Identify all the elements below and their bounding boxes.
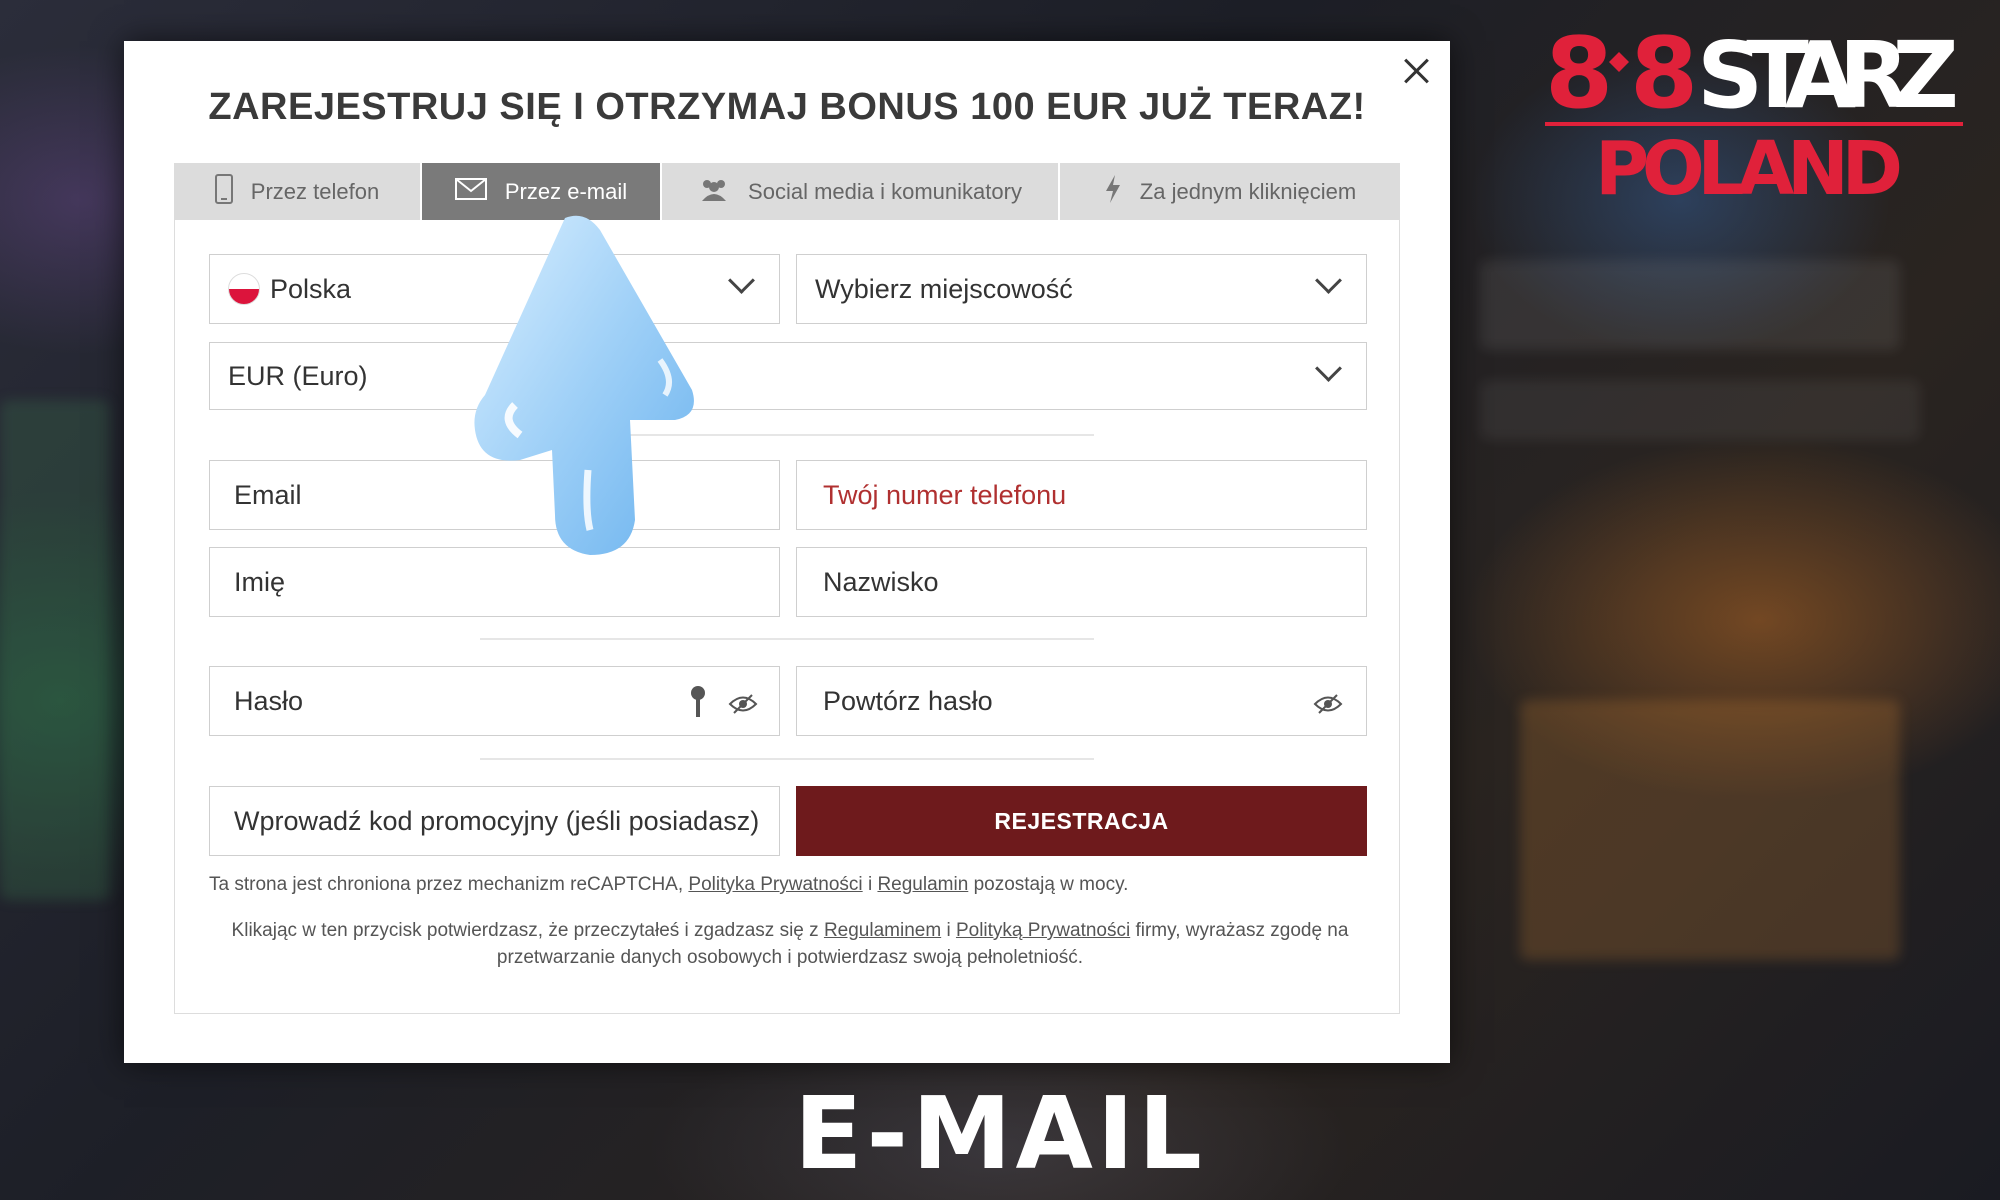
logo-region: POLAND bbox=[1595, 126, 1903, 202]
tab-social-label: Social media i komunikatory bbox=[748, 178, 1022, 204]
logo-digit-right: 8 bbox=[1630, 22, 1698, 131]
logo-digit-left: 8 bbox=[1545, 22, 1613, 131]
page-caption: E-MAIL bbox=[794, 1075, 1206, 1192]
divider bbox=[480, 758, 1094, 760]
last-name-placeholder: Nazwisko bbox=[823, 566, 939, 597]
country-value: Polska bbox=[270, 273, 352, 304]
background-blur bbox=[1520, 700, 1900, 960]
recaptcha-suffix: pozostają w mocy. bbox=[973, 874, 1129, 895]
divider bbox=[480, 434, 1094, 436]
privacy-policy-link[interactable]: Polityka Prywatności bbox=[688, 874, 862, 895]
background-blur bbox=[1480, 260, 1900, 350]
consent-privacy-link[interactable]: Polityką Prywatności bbox=[956, 920, 1130, 941]
chevron-down-icon bbox=[728, 267, 755, 294]
consent-line2: przetwarzanie danych osobowych i potwier… bbox=[496, 947, 1084, 968]
register-button[interactable]: REJESTRACJA bbox=[796, 786, 1367, 856]
repeat-password-field[interactable]: Powtórz hasło bbox=[796, 666, 1367, 736]
email-field[interactable]: Email bbox=[209, 460, 780, 530]
tab-phone-label: Przez telefon bbox=[250, 178, 380, 204]
consent-suffix: firmy, wyrażasz zgodę na bbox=[1135, 920, 1349, 941]
divider bbox=[480, 638, 1094, 640]
phone-icon bbox=[214, 173, 233, 210]
tab-email-label: Przez e-mail bbox=[504, 178, 628, 204]
brand-logo: 8 8 STARZ POLAND bbox=[1545, 17, 1965, 212]
modal-title: ZAREJESTRUJ SIĘ I OTRZYMAJ BONUS 100 EUR… bbox=[208, 86, 1366, 128]
consent-text: Klikając w ten przycisk potwierdzasz, że… bbox=[231, 920, 819, 941]
logo-brand-name: STARZ bbox=[1697, 22, 1959, 129]
currency-select[interactable]: EUR (Euro) bbox=[209, 342, 1367, 410]
password-field[interactable]: Hasło bbox=[209, 666, 780, 736]
background-blur bbox=[1480, 380, 1920, 440]
phone-placeholder: Twój numer telefonu bbox=[823, 479, 1067, 510]
lightning-icon bbox=[1104, 174, 1122, 210]
recaptcha-text: Ta strona jest chroniona przez mechanizm… bbox=[209, 874, 684, 895]
city-placeholder: Wybierz miejscowość bbox=[815, 273, 1073, 304]
phone-field[interactable]: Twój numer telefonu bbox=[796, 460, 1367, 530]
tab-one-click[interactable]: Za jednym kliknięciem bbox=[1060, 163, 1400, 220]
chevron-down-icon bbox=[1315, 355, 1342, 382]
eye-slash-icon[interactable] bbox=[1313, 691, 1343, 722]
registration-tabs: Przez telefon Przez e-mail Social media … bbox=[174, 163, 1400, 220]
country-select[interactable]: Polska bbox=[209, 254, 780, 324]
consent-notice: Klikając w ten przycisk potwierdzasz, że… bbox=[190, 917, 1390, 971]
first-name-field[interactable]: Imię bbox=[209, 547, 780, 617]
people-icon bbox=[698, 177, 730, 207]
key-icon[interactable] bbox=[690, 685, 706, 726]
tab-social[interactable]: Social media i komunikatory bbox=[662, 163, 1060, 220]
recaptcha-and: i bbox=[867, 874, 873, 895]
consent-and: i bbox=[946, 920, 951, 941]
city-select[interactable]: Wybierz miejscowość bbox=[796, 254, 1367, 324]
envelope-icon bbox=[454, 177, 487, 206]
password-placeholder: Hasło bbox=[234, 685, 304, 716]
background-blur bbox=[0, 400, 110, 900]
consent-terms-link[interactable]: Regulaminem bbox=[824, 920, 941, 941]
first-name-placeholder: Imię bbox=[234, 566, 286, 597]
tab-one-click-label: Za jednym kliknięciem bbox=[1139, 178, 1357, 204]
poland-flag-icon bbox=[228, 273, 260, 305]
recaptcha-notice: Ta strona jest chroniona przez mechanizm… bbox=[209, 874, 1369, 896]
currency-value: EUR (Euro) bbox=[228, 360, 368, 391]
repeat-password-placeholder: Powtórz hasło bbox=[823, 685, 993, 716]
eye-slash-icon[interactable] bbox=[728, 691, 758, 722]
tab-email[interactable]: Przez e-mail bbox=[422, 163, 662, 220]
tab-phone[interactable]: Przez telefon bbox=[174, 163, 422, 220]
promo-code-field[interactable]: Wprowadź kod promocyjny (jeśli posiadasz… bbox=[209, 786, 780, 856]
close-icon[interactable] bbox=[1400, 55, 1432, 87]
email-placeholder: Email bbox=[234, 479, 302, 510]
chevron-down-icon bbox=[1315, 267, 1342, 294]
last-name-field[interactable]: Nazwisko bbox=[796, 547, 1367, 617]
terms-link[interactable]: Regulamin bbox=[877, 874, 968, 895]
promo-placeholder: Wprowadź kod promocyjny (jeśli posiadasz… bbox=[234, 805, 760, 836]
